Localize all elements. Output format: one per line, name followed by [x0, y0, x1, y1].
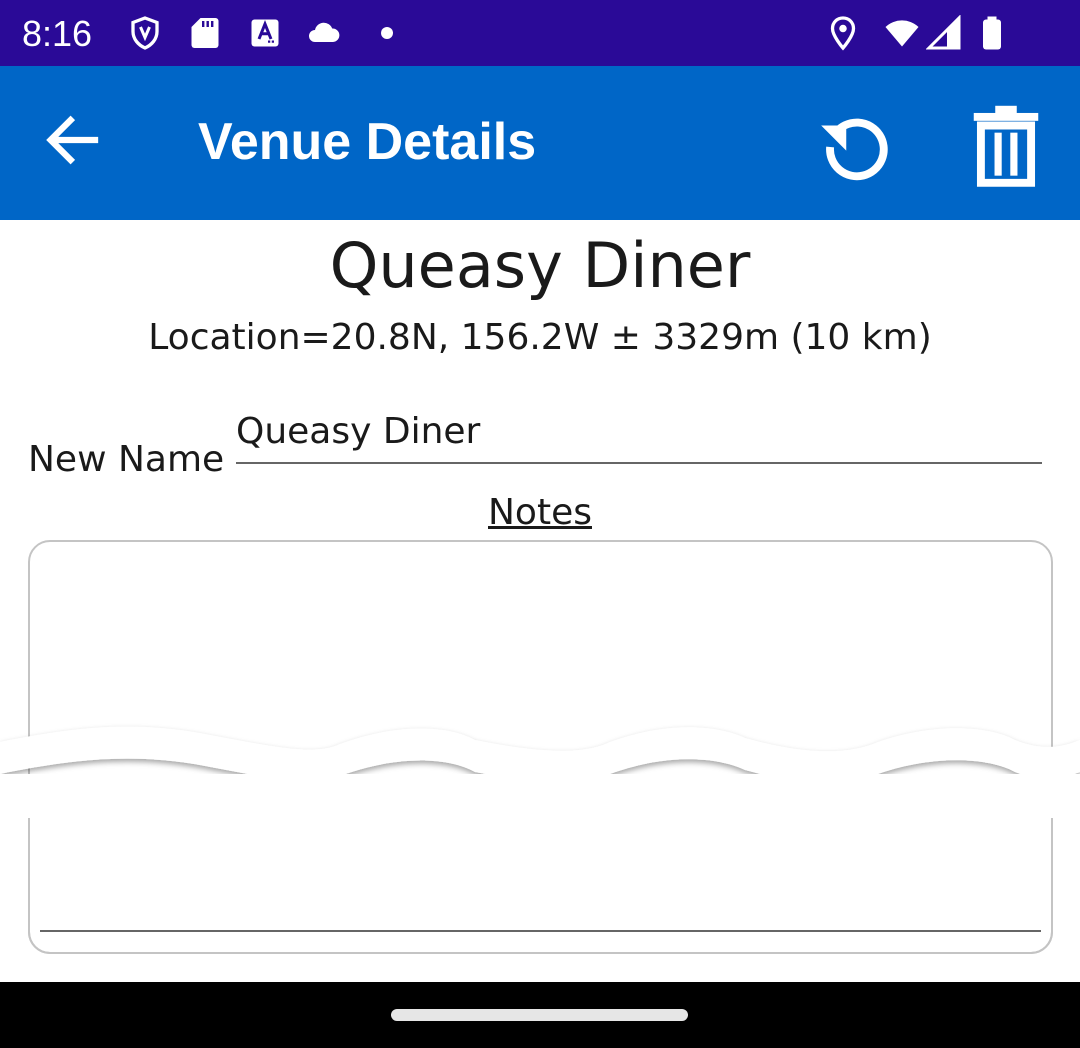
wifi-icon — [885, 20, 919, 47]
page-title: Venue Details — [198, 113, 537, 171]
navigation-bar — [0, 982, 1080, 1048]
trash-icon[interactable] — [970, 104, 1042, 190]
back-arrow-icon[interactable] — [38, 102, 114, 178]
home-gesture-handle[interactable] — [391, 1009, 688, 1021]
cloud-icon — [309, 22, 340, 42]
notes-label: Notes — [488, 492, 592, 533]
battery-icon — [983, 16, 1001, 50]
accessibility-icon — [251, 19, 279, 47]
new-name-input[interactable] — [236, 400, 1042, 464]
status-bar: 8:16 — [0, 0, 1080, 66]
venue-name-heading: Queasy Diner — [329, 229, 751, 302]
new-name-label: New Name — [28, 439, 225, 480]
shield-icon — [131, 16, 159, 50]
torn-edge-divider — [0, 726, 1080, 822]
location-icon — [830, 16, 856, 51]
venue-location: Location=20.8N, 156.2W ± 3329m (10 km) — [148, 317, 932, 358]
signal-icon — [926, 15, 961, 50]
refresh-icon[interactable] — [814, 104, 900, 190]
dot-icon — [381, 27, 393, 39]
status-time: 8:16 — [22, 13, 93, 54]
app-bar: Venue Details — [0, 66, 1080, 220]
sd-card-icon — [191, 18, 219, 48]
